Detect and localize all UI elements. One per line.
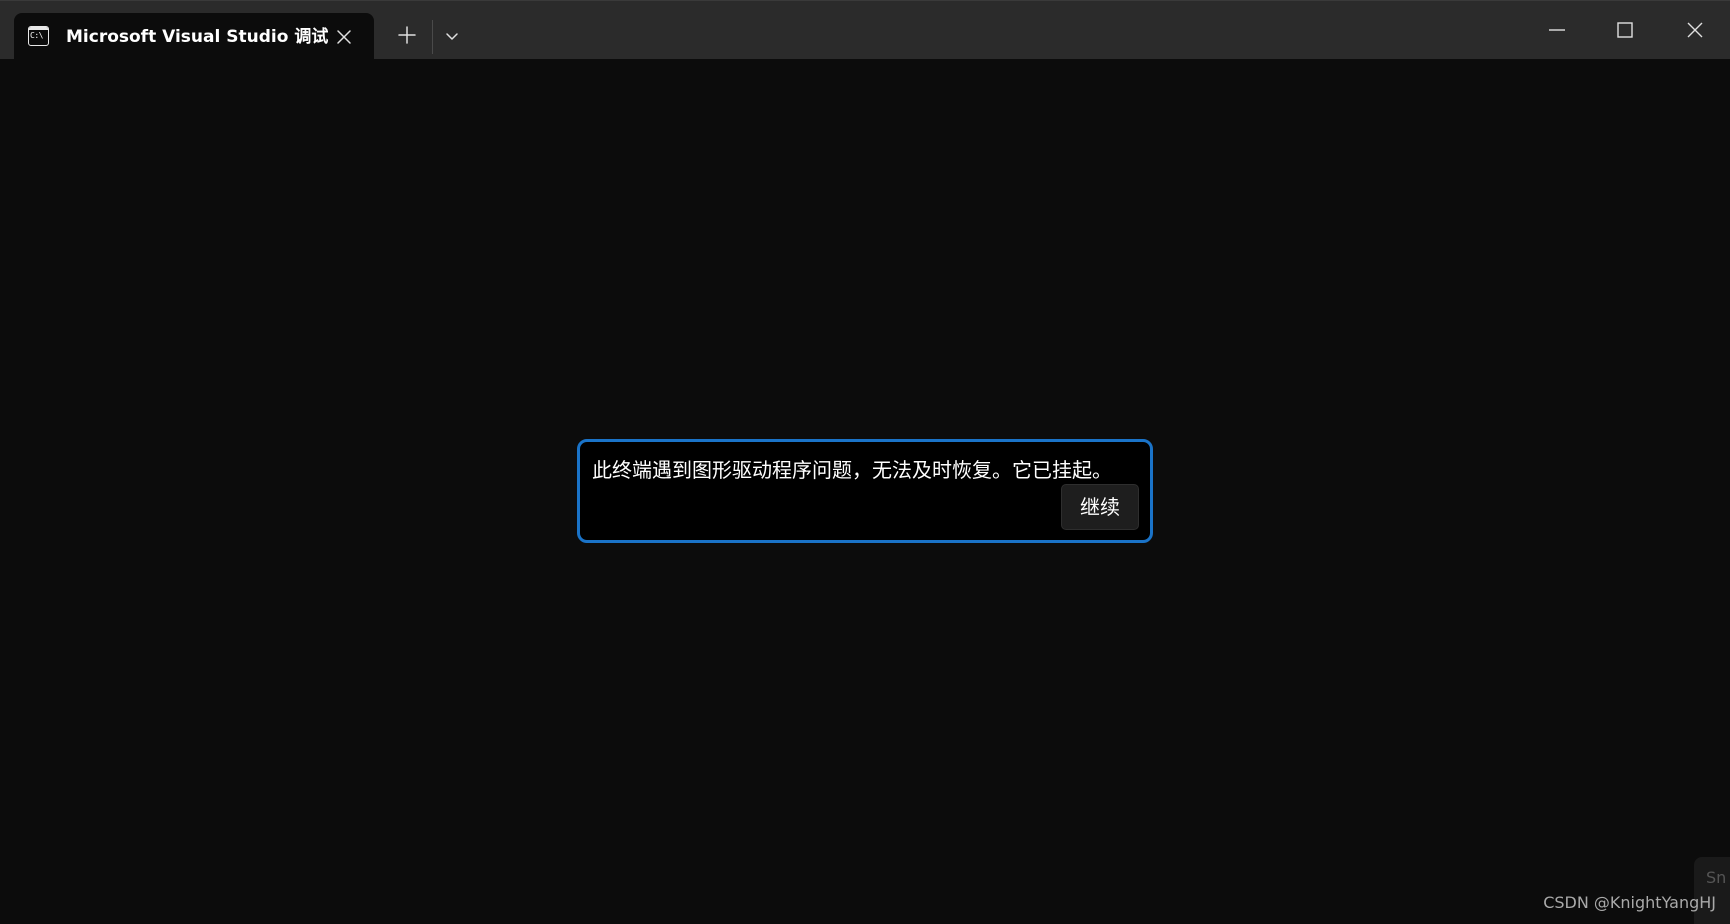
graphics-driver-error-dialog: 此终端遇到图形驱动程序问题，无法及时恢复。它已挂起。 继续 [577,439,1153,543]
tab-dropdown-button[interactable] [442,26,462,46]
tab-debug-console[interactable]: C:\ Microsoft Visual Studio 调试控制台 [14,13,374,60]
titlebar-divider [432,20,433,54]
minimize-button[interactable] [1546,19,1568,41]
console-icon-bar [29,27,48,30]
console-icon-text: C:\ [30,31,43,40]
tab-close-button[interactable] [332,25,356,49]
terminal-window: C:\ Microsoft Visual Studio 调试控制台 [0,0,1730,924]
maximize-button[interactable] [1614,19,1636,41]
close-icon [337,30,351,44]
close-icon [1687,22,1703,38]
window-close-button[interactable] [1684,19,1706,41]
watermark: CSDN @KnightYangHJ [1543,893,1716,912]
maximize-icon [1617,22,1633,38]
title-bar[interactable]: C:\ Microsoft Visual Studio 调试控制台 [0,0,1730,60]
chevron-down-icon [446,33,458,40]
plus-icon [398,26,416,44]
tab-title: Microsoft Visual Studio 调试控制台 [66,27,328,47]
console-icon: C:\ [28,26,49,46]
snippets-pane-label: Sn [1706,868,1727,887]
minimize-icon [1549,29,1565,31]
new-tab-button[interactable] [396,24,418,46]
error-message: 此终端遇到图形驱动程序问题，无法及时恢复。它已挂起。 [592,458,1112,482]
continue-button[interactable]: 继续 [1061,484,1139,530]
